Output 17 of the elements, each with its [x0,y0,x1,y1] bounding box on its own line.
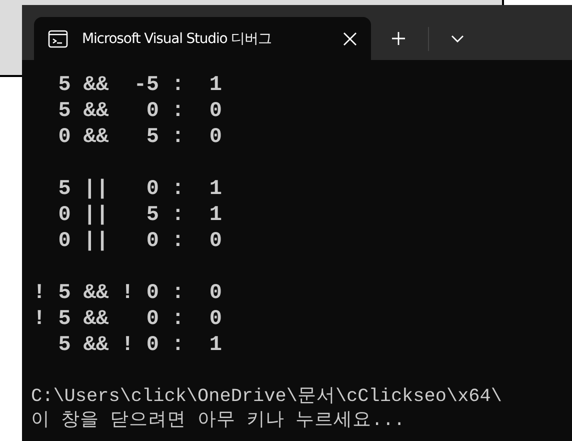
tab-title: Microsoft Visual Studio 디버그 [82,30,272,48]
console-line: 0 && 5 : 0 [57,125,224,151]
console-line: ! 5 && ! 0 : 0 [33,281,224,307]
console-line: 5 && ! 0 : 1 [57,333,224,359]
console-line: 5 && 0 : 0 [57,99,224,125]
console-line: 5 && -5 : 1 [57,73,224,99]
console-line: 0 || 5 : 1 [57,203,224,229]
console-line: 0 || 0 : 0 [57,229,224,255]
console-line: 이 창을 닫으려면 아무 키나 누르세요... [31,409,406,433]
console-icon [48,30,68,48]
plus-icon[interactable] [391,31,406,46]
terminal-tab[interactable]: Microsoft Visual Studio 디버그 [34,17,371,60]
console-line: C:\Users\click\OneDrive\문서\cClickseo\x64\ [31,385,503,409]
close-icon[interactable] [343,32,357,46]
console-line: ! 5 && 0 : 0 [33,307,224,333]
console-line: 5 || 0 : 1 [57,177,224,203]
chevron-down-icon[interactable] [451,34,464,42]
